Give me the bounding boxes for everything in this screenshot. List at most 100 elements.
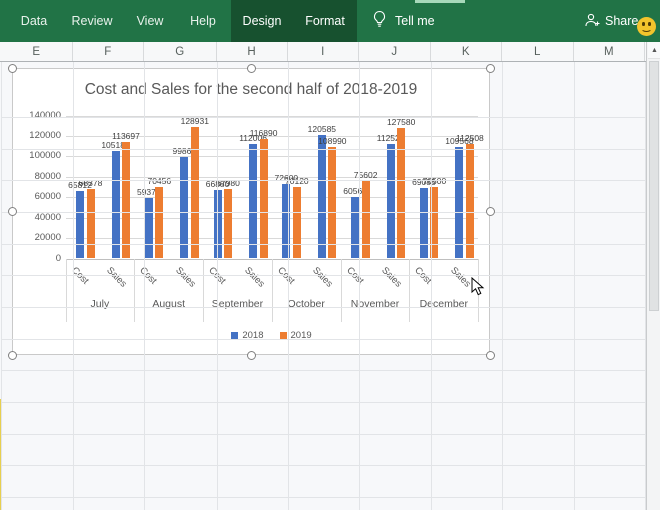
chart-selection-handle[interactable] xyxy=(8,207,17,216)
column-header-E[interactable]: E xyxy=(1,42,73,61)
axis-subcategory-label[interactable]: Sales xyxy=(242,265,267,290)
chart-title[interactable]: Cost and Sales for the second half of 20… xyxy=(13,81,489,99)
sheet-gridline-h xyxy=(1,180,645,181)
bar-2018-November-Cost[interactable] xyxy=(351,197,359,259)
bar-2018-September-Cost[interactable] xyxy=(214,190,222,258)
y-axis-tick-label[interactable]: 40000 xyxy=(21,213,61,223)
axis-month-label[interactable]: July xyxy=(66,298,135,310)
column-header-H[interactable]: H xyxy=(217,42,288,61)
bar-2019-October-Sales[interactable] xyxy=(328,147,336,258)
ribbon: Data Review View Help Design Format Tell… xyxy=(0,0,660,42)
category-divider xyxy=(409,259,410,322)
bar-2019-August-Cost[interactable] xyxy=(155,187,163,259)
y-axis-tick-label[interactable]: 120000 xyxy=(21,131,61,141)
sheet-gridline-v xyxy=(217,62,218,510)
sheet-area[interactable]: Cost and Sales for the second half of 20… xyxy=(0,62,660,510)
sheet-gridline-h xyxy=(1,212,645,213)
y-axis-tick-label[interactable]: 20000 xyxy=(21,233,61,243)
scroll-up-button[interactable]: ▲ xyxy=(648,42,660,59)
data-label: 75602 xyxy=(354,170,378,180)
data-label: 112508 xyxy=(456,133,484,143)
column-header-M[interactable]: M xyxy=(574,42,646,61)
sheet-gridline-v xyxy=(574,62,575,510)
sheet-gridline-v xyxy=(288,62,289,510)
tell-me-label: Tell me xyxy=(395,14,435,28)
axis-subcategory-label[interactable]: Sales xyxy=(379,265,404,290)
tab-review[interactable]: Review xyxy=(72,0,113,42)
tab-view[interactable]: View xyxy=(137,0,164,42)
bar-2018-July-Sales[interactable] xyxy=(112,151,120,258)
chart-selection-handle[interactable] xyxy=(486,64,495,73)
sheet-gridline-h xyxy=(1,434,645,435)
sheet-gridline-h xyxy=(1,275,645,276)
bar-2019-July-Sales[interactable] xyxy=(122,142,130,258)
chart-selection-handle[interactable] xyxy=(247,351,256,360)
sheet-gridline-h xyxy=(1,465,645,466)
bar-2019-August-Sales[interactable] xyxy=(191,127,199,259)
bar-2018-August-Cost[interactable] xyxy=(145,198,153,259)
tell-me-box[interactable]: Tell me xyxy=(372,0,435,42)
data-label: 116890 xyxy=(250,128,278,138)
column-header-row: EFGHIJKLM xyxy=(0,42,646,62)
tab-help[interactable]: Help xyxy=(190,0,216,42)
vertical-scrollbar[interactable]: ▲ xyxy=(646,42,660,510)
bar-2018-December-Sales[interactable] xyxy=(455,147,463,259)
scrollbar-thumb[interactable] xyxy=(649,61,659,311)
bar-2018-October-Sales[interactable] xyxy=(318,135,326,258)
bar-2018-September-Sales[interactable] xyxy=(249,144,257,258)
sheet-gridline-v xyxy=(431,62,432,510)
column-header-I[interactable]: I xyxy=(288,42,360,61)
y-axis-tick-label[interactable]: 60000 xyxy=(21,192,61,202)
category-divider xyxy=(272,259,273,322)
sheet-gridline-v xyxy=(502,62,503,510)
axis-month-label[interactable]: December xyxy=(409,298,478,310)
axis-subcategory-label[interactable]: Sales xyxy=(311,265,336,290)
chart-selection-handle[interactable] xyxy=(247,64,256,73)
axis-subcategory-label[interactable]: Sales xyxy=(173,265,198,290)
axis-month-label[interactable]: November xyxy=(341,298,410,310)
bar-2019-October-Cost[interactable] xyxy=(293,187,301,259)
tab-design[interactable]: Design xyxy=(243,0,282,42)
column-header-J[interactable]: J xyxy=(359,42,431,61)
y-axis-tick-label[interactable]: 0 xyxy=(21,254,61,264)
bar-2019-September-Sales[interactable] xyxy=(260,139,268,258)
bar-2018-October-Cost[interactable] xyxy=(282,184,290,258)
bar-2018-July-Cost[interactable] xyxy=(76,191,84,258)
column-header-L[interactable]: L xyxy=(502,42,574,61)
data-label: 120585 xyxy=(308,124,336,134)
category-divider xyxy=(341,259,342,322)
axis-subcategory-label[interactable]: Sales xyxy=(104,265,129,290)
bar-2018-December-Cost[interactable] xyxy=(420,188,428,259)
column-header-F[interactable]: F xyxy=(73,42,145,61)
bar-2019-December-Cost[interactable] xyxy=(430,187,438,259)
y-axis-tick-label[interactable]: 100000 xyxy=(21,151,61,161)
bar-2019-December-Sales[interactable] xyxy=(466,144,474,259)
axis-month-label[interactable]: October xyxy=(272,298,341,310)
tab-data[interactable]: Data xyxy=(21,0,47,42)
bar-2019-November-Cost[interactable] xyxy=(362,181,370,258)
share-button[interactable]: Share xyxy=(584,0,638,42)
share-label: Share xyxy=(605,14,638,28)
mouse-cursor xyxy=(471,277,485,297)
data-label: 68378 xyxy=(79,178,103,188)
axis-month-label[interactable]: September xyxy=(203,298,272,310)
tab-format[interactable]: Format xyxy=(305,0,345,42)
excel-window: Data Review View Help Design Format Tell… xyxy=(0,0,660,510)
chart-selection-handle[interactable] xyxy=(486,351,495,360)
data-label: 113697 xyxy=(112,131,140,141)
column-header-G[interactable]: G xyxy=(144,42,217,61)
chart-selection-handle[interactable] xyxy=(8,64,17,73)
bar-2019-July-Cost[interactable] xyxy=(87,189,95,259)
lightbulb-icon xyxy=(372,10,387,32)
category-divider xyxy=(66,259,67,322)
axis-subcategory-label[interactable]: Sales xyxy=(448,265,473,290)
bar-2019-September-Cost[interactable] xyxy=(224,189,232,258)
category-divider xyxy=(203,259,204,322)
bar-2018-November-Sales[interactable] xyxy=(387,144,395,259)
chart-selection-handle[interactable] xyxy=(486,207,495,216)
y-axis-tick-label[interactable]: 140000 xyxy=(21,111,61,121)
sheet-gridline-h xyxy=(1,117,645,118)
chart-selection-handle[interactable] xyxy=(8,351,17,360)
sheet-gridline-h xyxy=(1,307,645,308)
column-header-K[interactable]: K xyxy=(431,42,503,61)
